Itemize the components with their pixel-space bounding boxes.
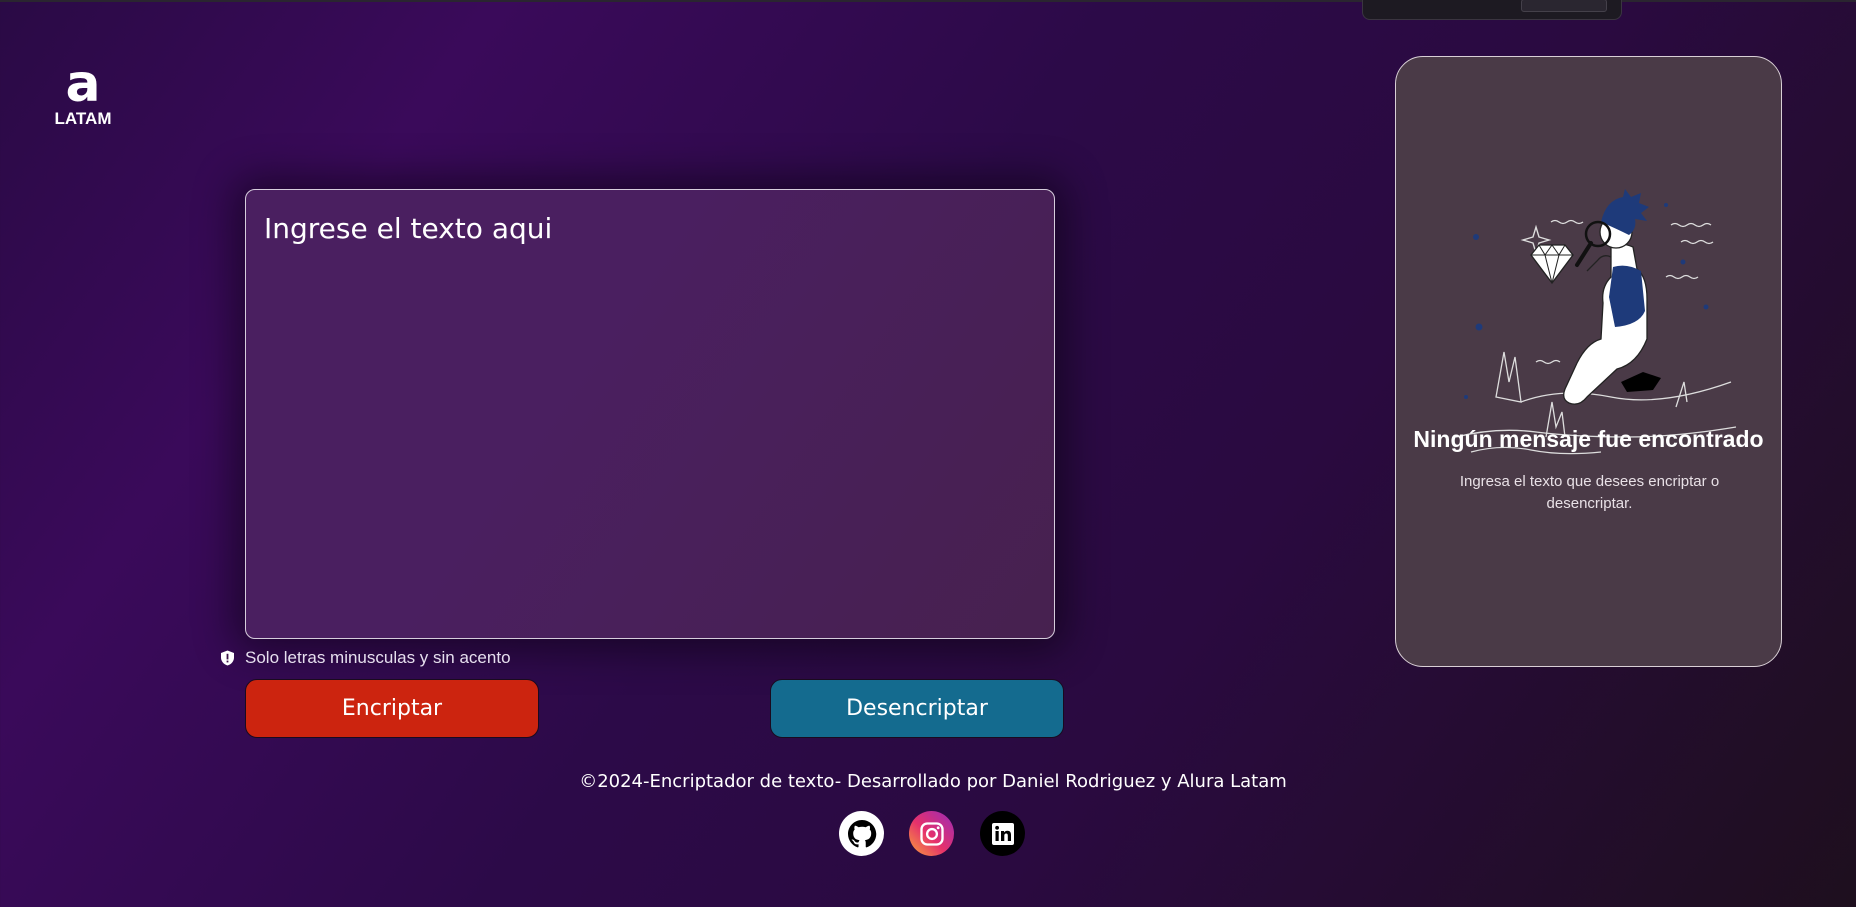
instagram-link[interactable] [909, 811, 954, 856]
github-icon [847, 819, 876, 847]
hint-text: Solo letras minusculas y sin acento [245, 648, 511, 667]
dev-toolbar-button[interactable] [1521, 0, 1607, 12]
person-with-magnifier-illustration [1455, 189, 1737, 455]
result-panel: Ningún mensaje fue encontrado Ingresa el… [1395, 56, 1782, 667]
empty-state-subtitle: Ingresa el texto que desees encriptar o … [1459, 473, 1720, 512]
github-link[interactable] [839, 811, 884, 856]
linkedin-link[interactable] [980, 811, 1025, 856]
logo-mark: a [65, 54, 101, 114]
warning-shield-icon [221, 650, 234, 666]
message-textarea[interactable] [264, 212, 1036, 616]
dev-toolbar-overlay [1362, 0, 1622, 20]
decrypt-button[interactable]: Desencriptar [770, 679, 1064, 738]
text-input-container [245, 189, 1055, 639]
empty-state-title: Ningún mensaje fue encontrado [1413, 426, 1764, 452]
linkedin-icon [991, 822, 1014, 845]
logo-wordmark: LATAM [54, 109, 112, 128]
input-hint: Solo letras minusculas y sin acento [220, 647, 511, 669]
alura-latam-logo[interactable]: a LATAM [50, 58, 116, 128]
instagram-icon [919, 821, 944, 846]
encrypt-button[interactable]: Encriptar [245, 679, 539, 738]
footer-credits: ©2024-Encriptador de texto- Desarrollado… [579, 771, 1287, 792]
